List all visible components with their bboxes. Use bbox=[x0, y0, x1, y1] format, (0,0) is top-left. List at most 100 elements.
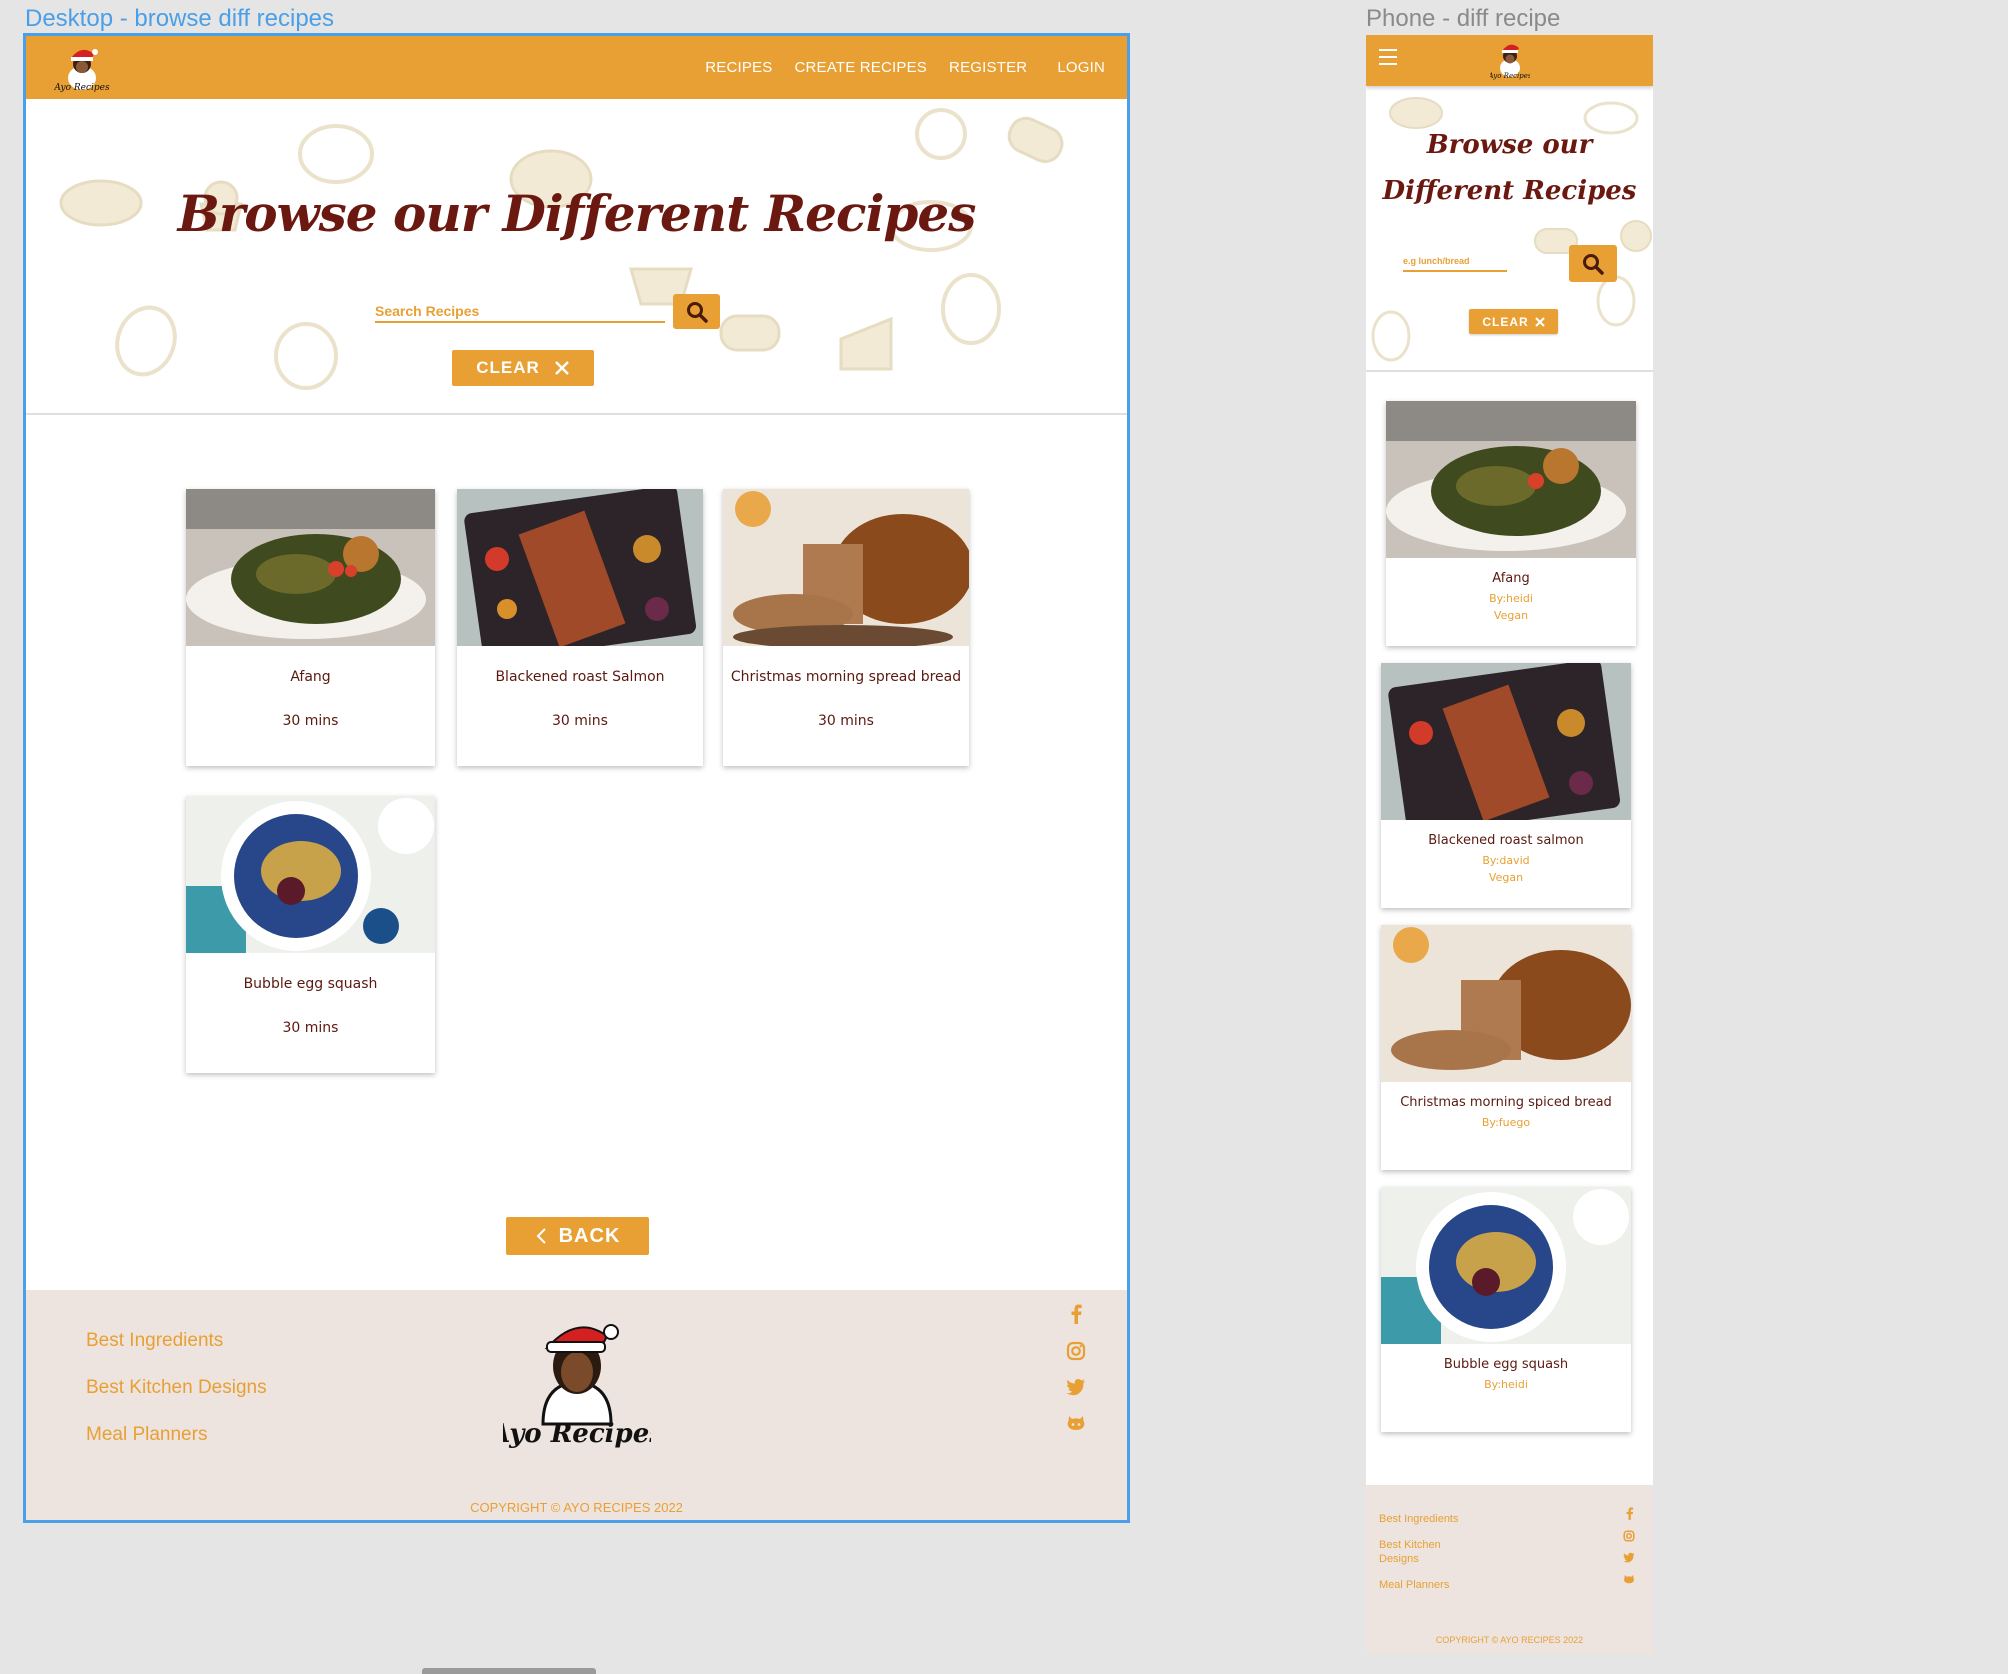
carrot-doodle-icon bbox=[274, 322, 338, 390]
facebook-icon[interactable] bbox=[1069, 1304, 1083, 1324]
recipe-card[interactable]: Bubble egg squash By:heidi bbox=[1381, 1187, 1631, 1432]
footer-link-meal-planners[interactable]: Meal Planners bbox=[1379, 1578, 1469, 1592]
recipe-image-salmon bbox=[1381, 663, 1631, 820]
donut-doodle-icon bbox=[915, 108, 967, 160]
nav-link-recipes[interactable]: RECIPES bbox=[705, 59, 772, 76]
recipe-card[interactable]: Afang By:heidi Vegan bbox=[1386, 401, 1636, 646]
twitter-icon[interactable] bbox=[1623, 1552, 1635, 1563]
recipe-author: By:fuego bbox=[1481, 1116, 1531, 1129]
recipe-tag: Vegan bbox=[1493, 609, 1529, 622]
recipe-name: Christmas morning spread bread bbox=[730, 669, 962, 685]
recipe-card[interactable]: Blackened roast Salmon 30 mins bbox=[457, 489, 703, 766]
recipe-tag: Vegan bbox=[1488, 871, 1524, 884]
recipe-time: 30 mins bbox=[552, 713, 608, 729]
recipe-time: 30 mins bbox=[282, 1020, 339, 1036]
svg-text:Ayo Recipes: Ayo Recipes bbox=[54, 83, 110, 93]
github-icon[interactable] bbox=[1623, 1573, 1635, 1584]
recipe-name: Blackened roast salmon bbox=[1428, 833, 1584, 848]
magnifier-icon bbox=[1583, 253, 1604, 275]
footer-link-meal-planners[interactable]: Meal Planners bbox=[86, 1424, 267, 1446]
footer: Best Ingredients Best Kitchen Designs Me… bbox=[26, 1290, 1127, 1520]
clear-button-label: CLEAR bbox=[476, 358, 540, 377]
chef-logo-icon[interactable]: Ayo Recipes bbox=[53, 40, 110, 94]
donut-doodle-icon bbox=[941, 273, 1001, 345]
recipe-author: By:heidi bbox=[1484, 1378, 1528, 1391]
recipe-image-salmon bbox=[457, 489, 703, 646]
clear-button[interactable]: CLEAR bbox=[1469, 309, 1558, 334]
page-title-line-2: Different Recipes bbox=[1382, 176, 1637, 206]
phone-footer: Best Ingredients Best Kitchen Designs Me… bbox=[1366, 1485, 1653, 1654]
recipe-image-bread bbox=[1381, 925, 1631, 1082]
desktop-frame-label: Desktop - browse diff recipes bbox=[25, 5, 335, 32]
recipe-card[interactable]: Christmas morning spread bread 30 mins bbox=[723, 489, 969, 766]
page-title: Browse our Different Recipes bbox=[1366, 122, 1653, 214]
carrot-doodle-icon bbox=[115, 305, 177, 377]
close-x-icon bbox=[1534, 316, 1545, 327]
recipe-name: Blackened roast Salmon bbox=[495, 669, 665, 685]
instagram-icon[interactable] bbox=[1066, 1341, 1086, 1361]
top-navbar: Ayo Recipes RECIPES CREATE RECIPES REGIS… bbox=[26, 36, 1127, 99]
phone-search-field[interactable] bbox=[1403, 246, 1507, 272]
search-input[interactable] bbox=[1403, 246, 1507, 270]
chevron-left-icon bbox=[536, 1228, 546, 1244]
nav-link-register[interactable]: REGISTER bbox=[949, 59, 1027, 76]
svg-text:Ayo Recipes: Ayo Recipes bbox=[1490, 72, 1530, 80]
search-button[interactable] bbox=[673, 294, 720, 329]
phone-navbar: Ayo Recipes bbox=[1366, 35, 1653, 86]
chef-logo-icon[interactable]: Ayo Recipes bbox=[1488, 38, 1532, 80]
recipe-name: Bubble egg squash bbox=[243, 976, 378, 992]
recipe-image-afang bbox=[1386, 401, 1636, 558]
recipe-name: Afang bbox=[1492, 571, 1530, 586]
cake-doodle-icon bbox=[839, 316, 893, 371]
recipe-image-egg-squash bbox=[1381, 1187, 1631, 1344]
footer-link-kitchen-designs[interactable]: Best Kitchen Designs bbox=[86, 1377, 267, 1399]
github-icon[interactable] bbox=[1066, 1413, 1086, 1431]
hero-section: Browse our Different Recipes CLEAR bbox=[26, 99, 1127, 415]
facebook-icon[interactable] bbox=[1625, 1507, 1634, 1520]
clear-button-label: CLEAR bbox=[1482, 314, 1529, 329]
bun-doodle-icon bbox=[298, 124, 374, 184]
recipe-image-bread bbox=[723, 489, 969, 646]
hamburger-menu-icon[interactable] bbox=[1379, 49, 1397, 65]
recipe-card[interactable]: Christmas morning spiced bread By:fuego bbox=[1381, 925, 1631, 1170]
recipe-name: Bubble egg squash bbox=[1443, 1357, 1569, 1372]
footer-logo-text: Ayo Recipes bbox=[503, 1419, 651, 1449]
nav-link-create-recipes[interactable]: CREATE RECIPES bbox=[794, 59, 927, 76]
page-title-line-1: Browse our bbox=[1426, 130, 1593, 160]
phone-hero-section: Browse our Different Recipes CLEAR bbox=[1366, 86, 1653, 372]
recipe-name: Afang bbox=[290, 669, 331, 685]
recipe-author: By:david bbox=[1482, 854, 1530, 867]
magnifier-icon bbox=[686, 301, 708, 323]
back-button[interactable]: BACK bbox=[506, 1217, 649, 1255]
recipe-card[interactable]: Afang 30 mins bbox=[186, 489, 435, 766]
search-button[interactable] bbox=[1569, 245, 1617, 282]
cupcake-doodle-icon bbox=[1620, 220, 1652, 252]
copyright-text: COPYRIGHT © AYO RECIPES 2022 bbox=[1435, 1635, 1584, 1645]
instagram-icon[interactable] bbox=[1623, 1530, 1635, 1542]
footer-link-ingredients[interactable]: Best Ingredients bbox=[86, 1330, 267, 1352]
scrollbar-handle[interactable] bbox=[422, 1668, 596, 1674]
footer-link-ingredients[interactable]: Best Ingredients bbox=[1379, 1512, 1469, 1526]
phone-frame: Ayo Recipes Browse our Different Recipes… bbox=[1366, 35, 1653, 1654]
search-input[interactable] bbox=[375, 291, 665, 321]
nav-link-login[interactable]: LOGIN bbox=[1057, 59, 1105, 76]
copyright-text: COPYRIGHT © AYO RECIPES 2022 bbox=[470, 1500, 683, 1515]
desktop-frame: Ayo Recipes RECIPES CREATE RECIPES REGIS… bbox=[23, 33, 1130, 1523]
recipe-card[interactable]: Bubble egg squash 30 mins bbox=[186, 796, 435, 1073]
recipe-image-egg-squash bbox=[186, 796, 435, 953]
clear-button[interactable]: CLEAR bbox=[452, 350, 594, 386]
recipe-time: 30 mins bbox=[818, 713, 874, 729]
page-title: Browse our Different Recipes bbox=[177, 184, 977, 243]
roll-doodle-icon bbox=[719, 314, 781, 352]
recipe-author: By:heidi bbox=[1489, 592, 1533, 605]
roll-doodle-icon bbox=[1007, 116, 1064, 163]
recipe-card[interactable]: Blackened roast salmon By:david Vegan bbox=[1381, 663, 1631, 908]
footer-logo-icon: Ayo Recipes bbox=[487, 1314, 664, 1452]
back-button-label: BACK bbox=[558, 1224, 621, 1247]
carrot-doodle-icon bbox=[1371, 310, 1411, 362]
recipe-image-afang bbox=[186, 489, 435, 646]
footer-link-kitchen-designs[interactable]: Best Kitchen Designs bbox=[1379, 1538, 1469, 1566]
recipe-time: 30 mins bbox=[282, 713, 339, 729]
search-field[interactable] bbox=[375, 291, 665, 323]
twitter-icon[interactable] bbox=[1066, 1378, 1086, 1396]
